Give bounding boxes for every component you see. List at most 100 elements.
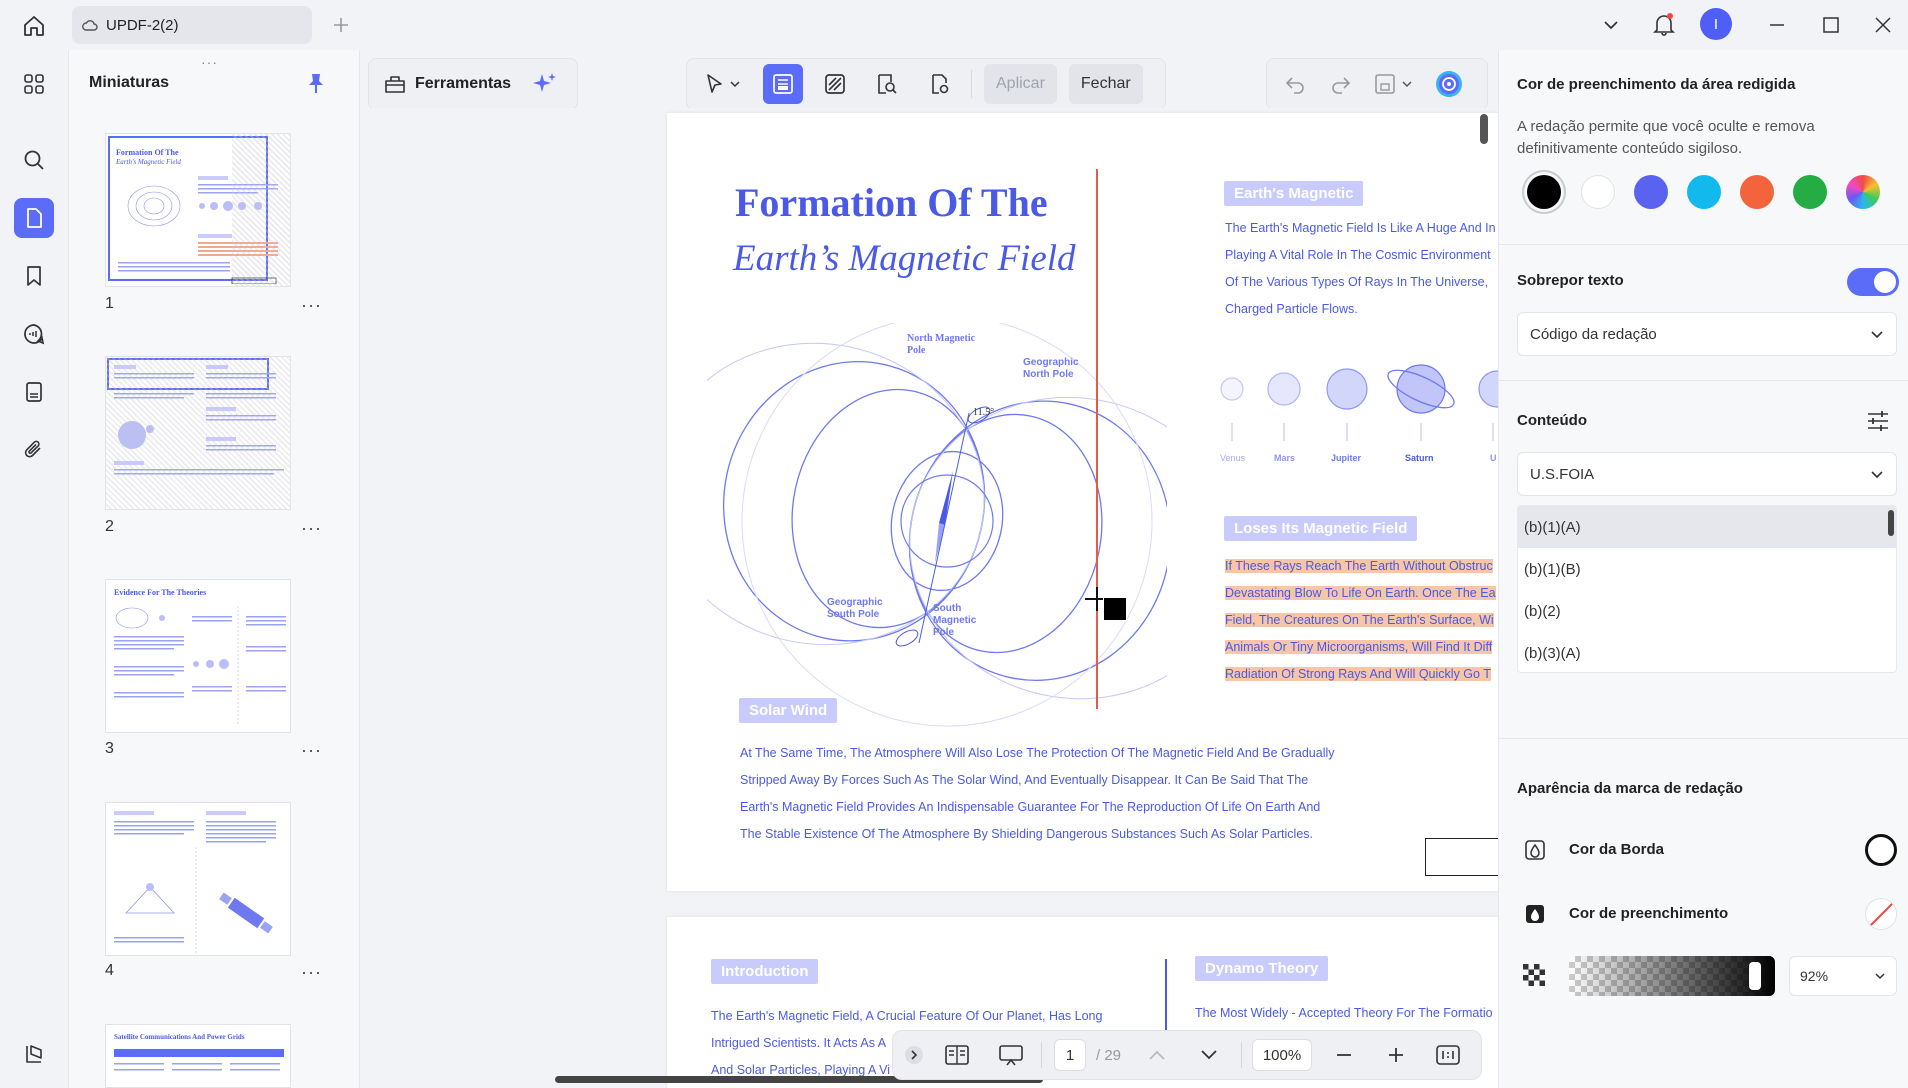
actual-size-button[interactable]	[1428, 1035, 1468, 1075]
plus-icon	[334, 18, 348, 32]
opacity-slider[interactable]	[1569, 956, 1775, 996]
thumbnail-page-1[interactable]: Formation Of The Earth's Magnetic Field	[105, 133, 291, 287]
loses-magnetic-field-tag: Loses Its Magnetic Field	[1224, 516, 1418, 541]
cursor-icon	[707, 74, 740, 93]
undo-button[interactable]	[1275, 64, 1315, 104]
swatch-orange[interactable]	[1740, 175, 1774, 209]
planet-label-venus: Venus	[1220, 453, 1246, 463]
apply-button[interactable]: Aplicar	[984, 64, 1057, 104]
mark-redaction-button[interactable]	[763, 64, 803, 104]
opacity-select[interactable]: 92%	[1789, 956, 1897, 996]
collapse-nav-button[interactable]	[899, 1035, 929, 1075]
planets-illustration	[1220, 364, 1498, 441]
close-window-button[interactable]	[1868, 10, 1898, 40]
loses-line: Animals Or Tiny Microorganisms, Will Fin…	[1225, 634, 1493, 661]
pdf-page-1[interactable]: Formation Of The Earth’s Magnetic Field …	[667, 113, 1498, 891]
rail-thumbnails-button[interactable]	[14, 198, 54, 238]
thumbnail-more-button[interactable]: ···	[301, 295, 322, 316]
swatch-black[interactable]	[1527, 175, 1561, 209]
book-layout-icon	[945, 1045, 969, 1065]
opacity-slider-handle[interactable]	[1749, 962, 1761, 990]
minimize-button[interactable]	[1762, 10, 1792, 40]
list-item[interactable]: (b)(1)(A)	[1518, 506, 1896, 548]
thumbnail-page-2[interactable]	[105, 356, 291, 510]
search-redact-icon	[878, 74, 897, 94]
list-item[interactable]: (b)(2)	[1518, 590, 1896, 632]
maximize-button[interactable]	[1816, 10, 1846, 40]
close-redaction-button[interactable]: Fechar	[1068, 64, 1143, 104]
minus-icon	[1337, 1054, 1352, 1056]
pin-panel-button[interactable]	[301, 68, 331, 98]
undo-icon	[1285, 77, 1304, 94]
border-color-picker[interactable]	[1865, 834, 1897, 866]
list-item[interactable]: (b)(1)(B)	[1518, 548, 1896, 590]
rail-forms-button[interactable]	[14, 372, 54, 412]
redact-pages-button[interactable]	[815, 64, 855, 104]
swatch-white[interactable]	[1581, 175, 1615, 209]
ai-assistant-button[interactable]	[1429, 64, 1469, 104]
border-color-label: Cor da Borda	[1569, 841, 1665, 858]
vertical-scrollbar[interactable]	[1480, 114, 1488, 144]
rail-search-button[interactable]	[14, 140, 54, 180]
search-redact-button[interactable]	[867, 64, 907, 104]
next-page-button[interactable]	[1189, 1035, 1229, 1075]
zoom-in-button[interactable]	[1376, 1035, 1416, 1075]
comment-icon	[24, 324, 45, 345]
page-layout-button[interactable]	[937, 1035, 977, 1075]
previous-page-button[interactable]	[1137, 1035, 1177, 1075]
overlay-text-select[interactable]: Código da redação	[1517, 312, 1897, 356]
fill-color-title: Cor de preenchimento da área redigida	[1517, 76, 1796, 93]
toggle-knob	[1874, 271, 1896, 293]
rail-bookmarks-button[interactable]	[14, 256, 54, 296]
thumbnail-more-button[interactable]: ···	[301, 740, 322, 761]
rail-comments-button[interactable]	[14, 314, 54, 354]
presentation-button[interactable]	[991, 1035, 1031, 1075]
select-tool-button[interactable]	[695, 64, 751, 104]
overlay-text-toggle[interactable]	[1847, 268, 1899, 296]
thumbnail-page-5[interactable]: Satellite Communications And Power Grids	[105, 1024, 291, 1088]
swatch-green[interactable]	[1793, 175, 1827, 209]
existing-redaction-mark[interactable]	[1425, 838, 1498, 876]
rail-apps-button[interactable]	[14, 64, 54, 104]
panel-resize-handle[interactable]: ···	[201, 54, 218, 70]
layers-icon	[26, 1045, 42, 1063]
rail-layers-button[interactable]	[14, 1034, 54, 1074]
redaction-settings-button[interactable]	[919, 64, 959, 104]
tools-button[interactable]: Ferramentas	[415, 75, 511, 93]
content-settings-button[interactable]	[1863, 406, 1893, 436]
thumbnail-more-button[interactable]: ···	[301, 518, 322, 539]
thumbnail-page-4[interactable]	[105, 802, 291, 956]
intro-line: Intrigued Scientists. It Acts As A	[711, 1036, 887, 1050]
swatch-blue[interactable]	[1634, 175, 1668, 209]
document-tab[interactable]: UPDF-2(2)	[72, 6, 312, 44]
home-button[interactable]	[18, 10, 50, 42]
save-button[interactable]	[1367, 64, 1423, 104]
swatch-custom-color[interactable]	[1846, 175, 1880, 209]
thumbnail-number: 1	[105, 295, 114, 312]
angle-label: 11.5°	[973, 407, 995, 418]
redo-button[interactable]	[1321, 64, 1361, 104]
minimize-icon	[1770, 24, 1784, 26]
thumbnail-more-button[interactable]: ···	[301, 962, 322, 983]
rail-attachments-button[interactable]	[14, 430, 54, 470]
swatch-cyan[interactable]	[1687, 175, 1721, 209]
list-item[interactable]: (b)(3)(A)	[1518, 632, 1896, 672]
zoom-level-input[interactable]: 100%	[1252, 1039, 1313, 1071]
ai-sparkle-button[interactable]	[525, 64, 565, 104]
zoom-out-button[interactable]	[1324, 1035, 1364, 1075]
content-code-select[interactable]: U.S.FOIA	[1517, 452, 1897, 496]
loses-line: Devastating Blow To Life On Earth. Once …	[1225, 580, 1496, 607]
list-scrollbar[interactable]	[1888, 510, 1894, 536]
fill-color-picker[interactable]	[1865, 898, 1897, 930]
solar-wind-line: At The Same Time, The Atmosphere Will Al…	[740, 746, 1335, 760]
loses-line: If These Rays Reach The Earth Without Ob…	[1225, 553, 1493, 580]
new-tab-button[interactable]	[326, 10, 356, 40]
tabs-dropdown-button[interactable]	[1596, 10, 1626, 40]
page-number-input[interactable]: 1	[1054, 1039, 1086, 1071]
notifications-button[interactable]	[1648, 8, 1680, 40]
avatar[interactable]: I	[1700, 8, 1732, 40]
overlay-text-value: Código da redação	[1530, 325, 1657, 343]
bell-icon	[1653, 13, 1675, 36]
thumbnail-page-3[interactable]: Evidence For The Theories	[105, 579, 291, 733]
paperclip-icon	[24, 440, 41, 458]
